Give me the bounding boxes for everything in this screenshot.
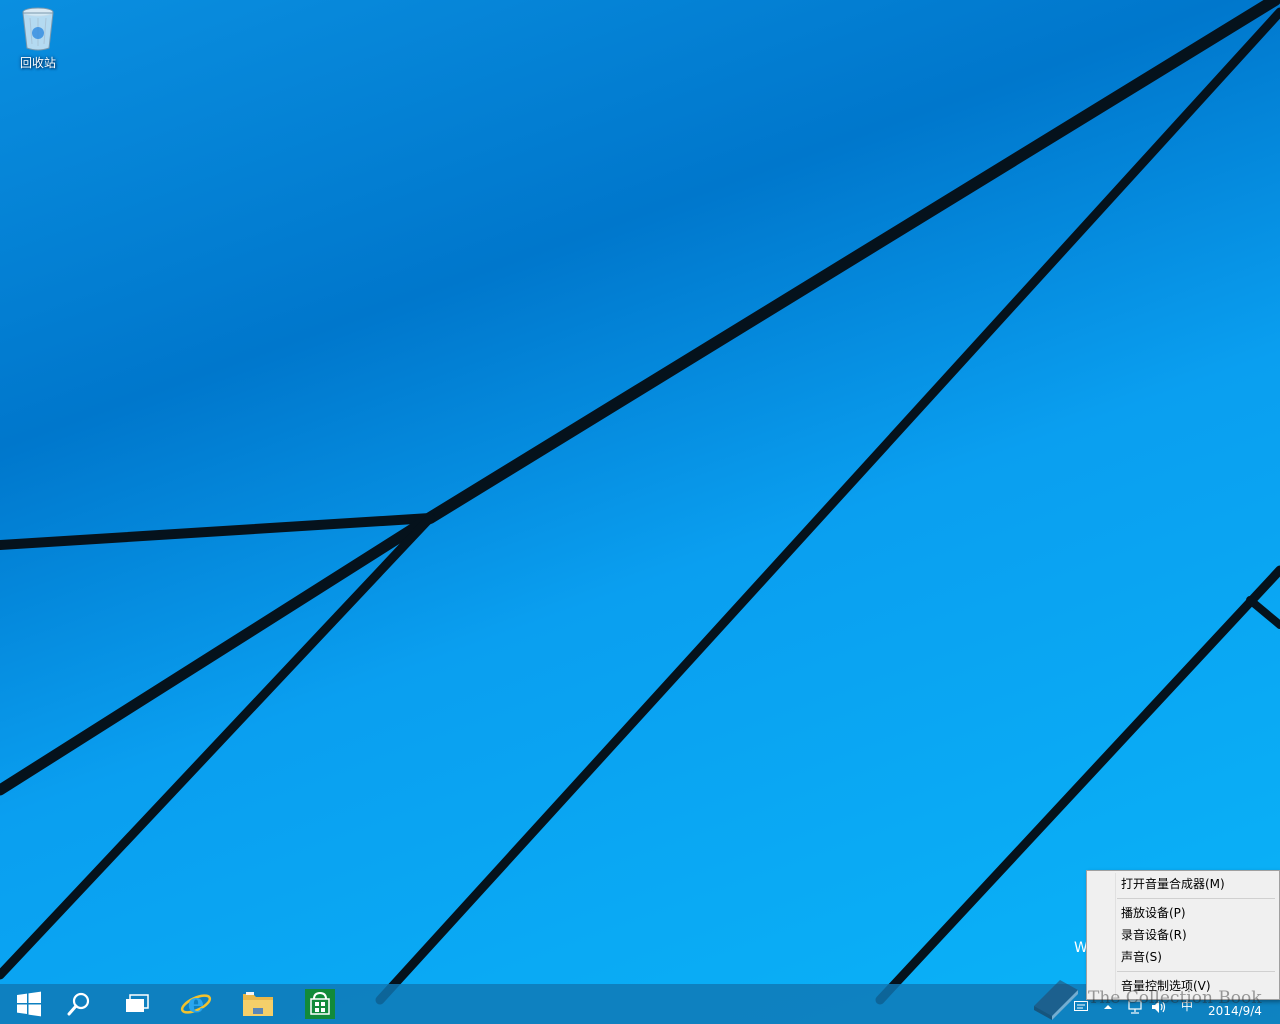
desktop-icon-recycle-bin[interactable]: 回收站: [8, 6, 68, 76]
task-view-button[interactable]: [108, 984, 166, 1024]
internet-explorer-icon: e: [180, 989, 212, 1019]
chevron-up-icon: [1104, 1005, 1112, 1009]
svg-text:e: e: [188, 989, 205, 1019]
taskbar-internet-explorer[interactable]: e: [167, 984, 225, 1024]
menu-item-playback-devices[interactable]: 播放设备(P): [1117, 903, 1275, 923]
desktop-icon-label: 回收站: [19, 56, 56, 70]
network-icon: [1128, 1000, 1142, 1014]
tray-clock-date[interactable]: 2014/9/4: [1200, 1004, 1270, 1022]
volume-context-menu: 打开音量合成器(M) 播放设备(P) 录音设备(R) 声音(S) 音量控制选项(…: [1086, 870, 1280, 1000]
action-center-icon: [1074, 1001, 1088, 1011]
menu-separator: [1117, 971, 1275, 972]
store-icon: [305, 989, 335, 1019]
folder-icon: [243, 992, 273, 1016]
tray-show-hidden-icons[interactable]: [1100, 997, 1116, 1017]
menu-item-sounds[interactable]: 声音(S): [1117, 947, 1275, 967]
tray-notification-icon[interactable]: [1072, 997, 1090, 1017]
windows-logo-icon: [17, 991, 41, 1017]
menu-item-volume-control-options[interactable]: 音量控制选项(V): [1117, 976, 1275, 996]
speaker-icon: [1152, 1001, 1166, 1013]
search-button[interactable]: [50, 984, 108, 1024]
menu-gutter: [1115, 873, 1116, 997]
taskbar-store[interactable]: [291, 984, 349, 1024]
recycle-bin-icon: [22, 7, 54, 51]
tray-volume-icon[interactable]: [1150, 997, 1168, 1017]
search-icon: [67, 992, 90, 1016]
menu-item-open-volume-mixer[interactable]: 打开音量合成器(M): [1117, 874, 1275, 894]
task-view-icon: [126, 994, 149, 1012]
desktop[interactable]: 回收站 W e 中 2014/9/4 打开音量合成器(M) 播放设备(P) 录音…: [0, 0, 1280, 1024]
tray-network-icon[interactable]: [1126, 997, 1144, 1017]
taskbar-file-explorer[interactable]: [229, 984, 287, 1024]
menu-separator: [1117, 898, 1275, 899]
menu-item-recording-devices[interactable]: 录音设备(R): [1117, 925, 1275, 945]
